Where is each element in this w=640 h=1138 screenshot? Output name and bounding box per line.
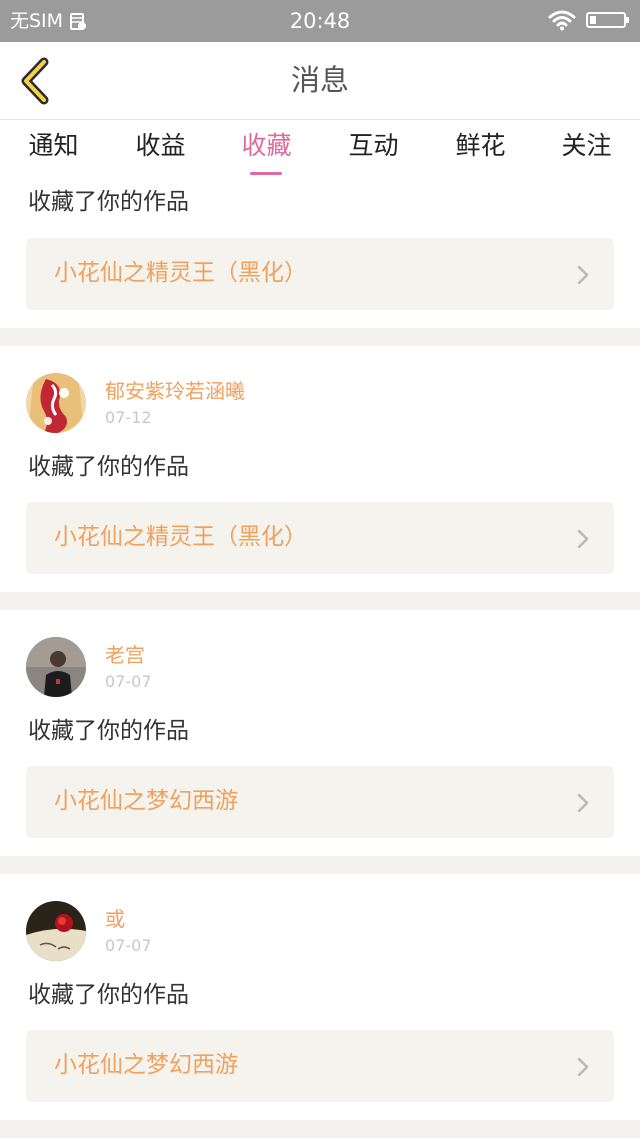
work-link[interactable]: 小花仙之梦幻西游 (26, 766, 614, 838)
wifi-icon (548, 10, 576, 31)
work-link[interactable]: 小花仙之梦幻西游 (26, 1030, 614, 1102)
tab-notifications[interactable]: 通知 (0, 130, 107, 162)
clock: 20:48 (289, 9, 351, 33)
tab-bar: 通知 收益 收藏 互动 鲜花 关注 (0, 120, 640, 182)
tab-earnings[interactable]: 收益 (107, 130, 214, 162)
action-text: 收藏了你的作品 (28, 718, 189, 744)
work-title: 小花仙之精灵王（黑化） (54, 260, 307, 286)
message-card: 或 07-07 收藏了你的作品 小花仙之梦幻西游 (0, 874, 640, 1120)
message-date: 07-07 (105, 935, 152, 955)
chevron-right-icon (577, 793, 589, 813)
message-date: 07-07 (105, 671, 152, 691)
avatar[interactable] (26, 373, 86, 433)
message-date: 07-12 (105, 407, 152, 427)
username[interactable]: 或 (105, 906, 152, 932)
battery-icon (586, 12, 629, 28)
username[interactable]: 郁安紫玲若涵曦 (105, 378, 245, 404)
chevron-right-icon (577, 265, 589, 285)
active-tab-indicator (250, 172, 282, 175)
chevron-right-icon (577, 529, 589, 549)
work-title: 小花仙之梦幻西游 (54, 1052, 238, 1078)
message-card: 郁安紫玲若涵曦 07-12 收藏了你的作品 小花仙之精灵王（黑化） (0, 346, 640, 592)
tab-interactions[interactable]: 互动 (320, 130, 427, 162)
work-title: 小花仙之精灵王（黑化） (54, 524, 307, 550)
status-bar: 无SIM 20:48 (0, 0, 640, 42)
work-title: 小花仙之梦幻西游 (54, 788, 238, 814)
message-card: 收藏了你的作品 小花仙之精灵王（黑化） (0, 182, 640, 328)
tab-favorites[interactable]: 收藏 (213, 130, 320, 162)
message-header: 或 07-07 (26, 900, 152, 962)
status-icons (548, 9, 629, 31)
user-meta: 或 07-07 (105, 906, 152, 957)
message-card: 老宫 07-07 收藏了你的作品 小花仙之梦幻西游 (0, 610, 640, 856)
user-meta: 老宫 07-07 (105, 642, 152, 693)
message-list: 收藏了你的作品 小花仙之精灵王（黑化） 郁安紫玲若涵曦 07-12 收藏了你的作… (0, 182, 640, 1138)
message-header: 老宫 07-07 (26, 636, 152, 698)
chevron-right-icon (577, 1057, 589, 1077)
avatar[interactable] (26, 637, 86, 697)
action-text: 收藏了你的作品 (28, 454, 189, 480)
nav-header: 消息 (0, 42, 640, 120)
page-title: 消息 (290, 63, 349, 97)
tab-following[interactable]: 关注 (533, 130, 640, 162)
username[interactable]: 老宫 (105, 642, 152, 668)
work-link[interactable]: 小花仙之精灵王（黑化） (26, 502, 614, 574)
user-meta: 郁安紫玲若涵曦 07-12 (105, 378, 245, 429)
action-text: 收藏了你的作品 (28, 982, 189, 1008)
message-header: 郁安紫玲若涵曦 07-12 (26, 372, 245, 434)
avatar[interactable] (26, 901, 86, 961)
work-link[interactable]: 小花仙之精灵王（黑化） (26, 238, 614, 310)
tab-flowers[interactable]: 鲜花 (427, 130, 534, 162)
action-text: 收藏了你的作品 (28, 189, 189, 215)
